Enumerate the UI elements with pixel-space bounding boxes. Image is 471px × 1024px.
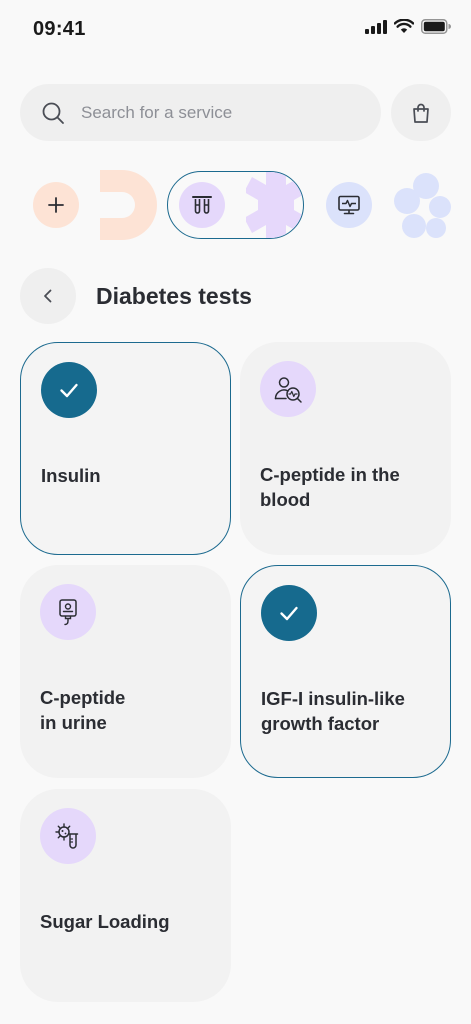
check-icon (60, 383, 78, 398)
status-time: 09:41 (33, 18, 86, 40)
section-header: Diabetes tests (20, 268, 252, 324)
test-card-label: Sugar Loading (40, 911, 170, 932)
plus-icon (48, 197, 64, 213)
battery-icon (421, 19, 451, 34)
heart-monitor-icon (338, 195, 360, 215)
person-search-icon (274, 377, 302, 403)
monitor-circle (326, 182, 372, 228)
test-card-igf-1[interactable]: IGF-I insulin-like growth factor (240, 565, 451, 778)
microbe-test-icon (55, 823, 79, 849)
wifi-icon (394, 19, 414, 33)
status-icons (365, 19, 451, 34)
search-input[interactable] (81, 102, 341, 123)
category-diagnostics[interactable] (310, 168, 471, 242)
category-lab-tests[interactable] (167, 171, 304, 239)
check-icon (280, 606, 298, 621)
test-card-label: C-peptide in the blood (260, 464, 400, 510)
category-decor-shape (100, 170, 157, 240)
shopping-bag-icon (413, 103, 429, 123)
test-card-insulin[interactable]: Insulin (20, 342, 231, 555)
chevron-left-icon (44, 289, 52, 303)
back-button[interactable] (20, 268, 76, 324)
test-card-icon (40, 808, 96, 864)
test-tubes-circle (179, 182, 225, 228)
cellular-signal-icon (365, 19, 387, 34)
test-card-c-peptide-urine[interactable]: C-peptide in urine (20, 565, 231, 778)
cart-button[interactable] (391, 84, 451, 141)
category-carousel[interactable] (0, 168, 471, 242)
category-decor-shape (394, 173, 451, 238)
selected-indicator (41, 362, 97, 418)
test-card-label: C-peptide in urine (40, 687, 126, 733)
plus-circle (33, 182, 79, 228)
selected-indicator (261, 585, 317, 641)
search-icon (42, 102, 64, 124)
test-card-icon (40, 584, 96, 640)
search-bar[interactable] (20, 84, 381, 141)
section-title: Diabetes tests (96, 282, 252, 309)
test-card-label: Insulin (41, 465, 101, 486)
iv-bag-icon (59, 599, 77, 626)
category-decor-shape (246, 172, 303, 238)
test-card-sugar-loading[interactable]: Sugar Loading (20, 789, 231, 1002)
category-add[interactable] (0, 168, 160, 242)
test-card-label: IGF-I insulin-like growth factor (261, 688, 405, 734)
test-card-icon (260, 361, 316, 417)
test-tubes-icon (192, 196, 212, 214)
test-card-c-peptide-blood[interactable]: C-peptide in the blood (240, 342, 451, 555)
status-bar: 09:41 (0, 0, 471, 60)
